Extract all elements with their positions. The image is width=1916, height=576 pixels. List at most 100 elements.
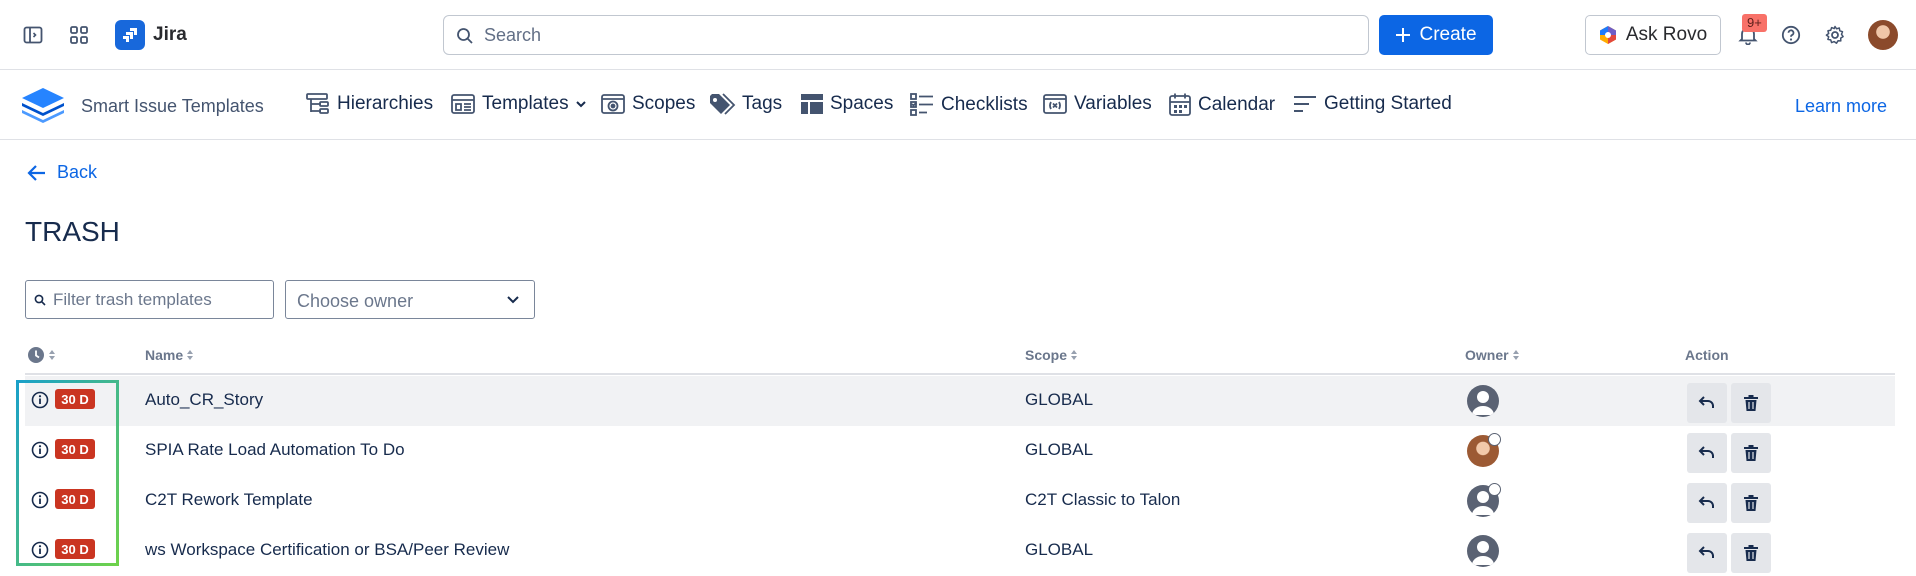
nav-tags[interactable]: Tags [708,92,782,116]
template-scope: GLOBAL [1025,390,1094,409]
space-icon [801,94,823,114]
notification-count-badge: 9+ [1742,14,1767,32]
checklist-icon [910,93,933,116]
restore-button[interactable] [1687,483,1727,523]
choose-owner-select[interactable]: Choose owner [285,280,535,319]
nav-label: Calendar [1198,94,1276,115]
owner-status-icon [1488,433,1501,446]
template-name: Auto_CR_Story [145,390,264,409]
undo-icon [1698,546,1714,558]
delete-permanently-button[interactable] [1731,383,1771,423]
restore-button[interactable] [1687,383,1727,423]
table-row: 30 D Auto_CR_Story GLOBAL [25,376,1895,426]
rovo-icon [1599,26,1616,44]
table-row: 30 D C2T Rework Template C2T Classic to … [25,476,1895,526]
create-label: Create [1419,24,1477,45]
filter-trash-templates[interactable] [25,280,274,319]
scope-icon [601,94,625,114]
header-label: Name [145,347,184,363]
column-header-scope[interactable]: Scope [1025,347,1078,363]
variable-icon [1043,94,1067,114]
app-title[interactable]: Smart Issue Templates [81,96,264,117]
nav-label: Variables [1074,93,1152,114]
undo-icon [1698,396,1714,408]
trash-icon [1744,445,1758,461]
table-header-divider [25,373,1895,375]
search-icon [457,28,473,44]
trash-icon [1744,545,1758,561]
owner-avatar[interactable] [1467,433,1501,467]
template-name: C2T Rework Template [145,490,313,509]
highlight-frame [16,380,119,566]
nav-label: Hierarchies [337,93,434,114]
settings-gear-icon[interactable] [1824,24,1846,46]
search-input[interactable] [484,23,1344,47]
table-row: 30 D ws Workspace Certification or BSA/P… [25,526,1895,576]
sort-icon [1071,350,1078,360]
template-name: SPIA Rate Load Automation To Do [145,440,405,459]
user-avatar[interactable] [1868,20,1898,50]
search-icon [34,294,46,306]
restore-button[interactable] [1687,533,1727,573]
owner-select-placeholder: Choose owner [297,291,414,311]
nav-hierarchies[interactable]: Hierarchies [305,92,433,116]
filter-input[interactable] [53,289,263,311]
jira-logo-icon[interactable] [115,20,145,50]
column-header-days[interactable] [27,346,56,364]
lines-icon [1294,96,1316,112]
owner-avatar[interactable] [1467,385,1499,417]
undo-icon [1698,446,1714,458]
nav-scopes[interactable]: Scopes [600,92,695,116]
clock-icon [28,347,44,363]
template-scope: GLOBAL [1025,540,1094,559]
template-scope: C2T Classic to Talon [1025,490,1181,509]
restore-button[interactable] [1687,433,1727,473]
sort-icon [49,350,55,360]
page-title: TRASH [25,216,120,247]
delete-permanently-button[interactable] [1731,483,1771,523]
sidebar-toggle-icon[interactable] [22,24,44,46]
nav-getting-started[interactable]: Getting Started [1292,92,1452,116]
delete-permanently-button[interactable] [1731,533,1771,573]
smart-templates-logo-icon[interactable] [20,86,66,129]
learn-more-link[interactable]: Learn more [1795,96,1887,117]
app-switcher-icon[interactable] [68,24,90,46]
nav-label: Getting Started [1324,93,1452,114]
top-navigation-bar: Jira Create Ask Rovo 9+ [0,0,1916,70]
template-scope: GLOBAL [1025,440,1094,459]
global-search[interactable] [443,15,1369,55]
delete-permanently-button[interactable] [1731,433,1771,473]
nav-variables[interactable]: Variables [1042,92,1152,116]
owner-avatar[interactable] [1467,483,1501,517]
nav-calendar[interactable]: Calendar [1168,92,1275,118]
arrow-left-icon [27,164,45,181]
trash-icon [1744,395,1758,411]
product-name[interactable]: Jira [153,24,187,46]
back-label: Back [57,162,98,182]
ask-rovo-label: Ask Rovo [1625,24,1708,45]
header-label: Scope [1025,347,1068,363]
owner-avatar[interactable] [1467,535,1499,567]
column-header-owner[interactable]: Owner [1465,347,1520,363]
sort-icon [1512,350,1519,360]
calendar-icon [1169,93,1191,116]
owner-status-icon [1488,483,1501,496]
table-row: 30 D SPIA Rate Load Automation To Do GLO… [25,426,1895,476]
template-name: ws Workspace Certification or BSA/Peer R… [145,540,510,559]
nav-label: Templates [482,93,569,114]
nav-checklists[interactable]: Checklists [909,92,1028,118]
create-button[interactable]: Create [1379,15,1493,55]
app-navigation: Smart Issue Templates Hierarchies Templa… [0,70,1916,140]
hierarchy-icon [306,93,329,114]
nav-label: Tags [742,93,783,114]
nav-templates[interactable]: Templates [450,92,587,116]
help-icon[interactable] [1780,24,1802,46]
nav-label: Checklists [941,94,1028,115]
undo-icon [1698,496,1714,508]
column-header-name[interactable]: Name [145,347,194,363]
chevron-down-icon [575,101,586,108]
back-link[interactable]: Back [27,162,97,183]
nav-spaces[interactable]: Spaces [800,92,893,116]
nav-label: Spaces [830,93,894,114]
ask-rovo-button[interactable]: Ask Rovo [1585,15,1721,55]
